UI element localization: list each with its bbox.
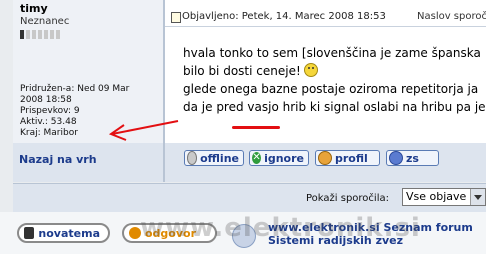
- red-arrow-annotation: [108, 120, 179, 141]
- page-background: timy Neznanec Pridružen-a: Ned 09 Mar 20…: [0, 0, 486, 254]
